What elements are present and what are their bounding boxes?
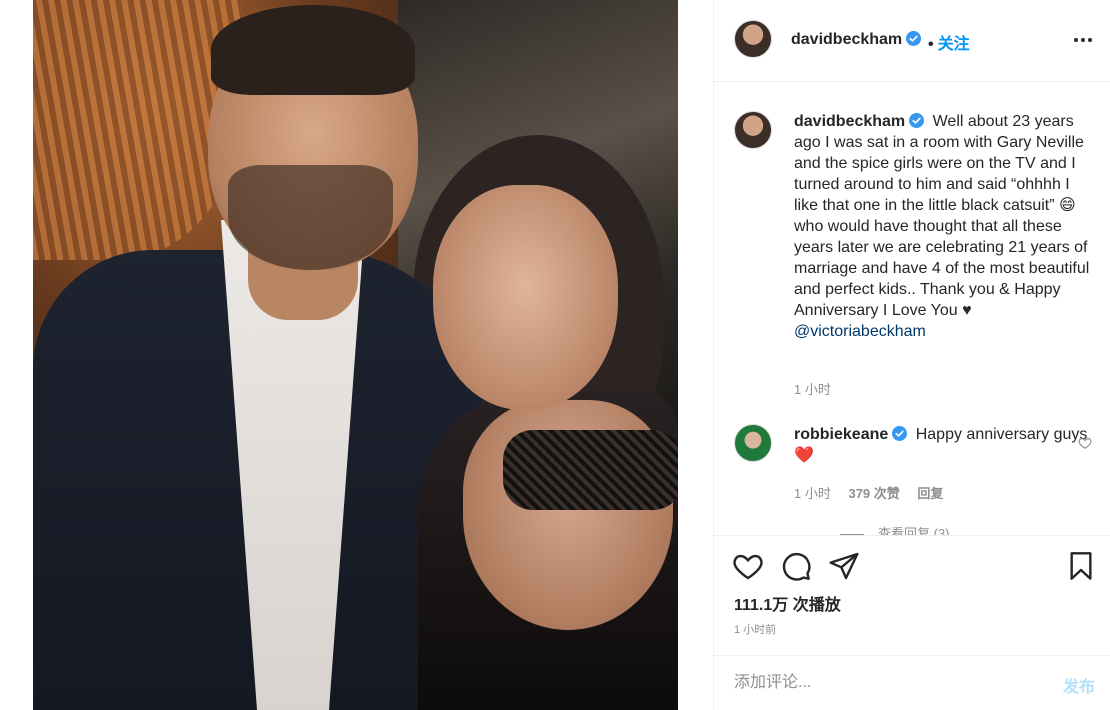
comment-input[interactable] — [734, 670, 1034, 696]
author-username[interactable]: davidbeckham — [791, 31, 922, 49]
separator-dot: • — [928, 36, 934, 53]
caption-time[interactable]: 1 小时 — [794, 382, 831, 397]
view-replies-label: 查看回复 (3) — [878, 526, 950, 535]
verified-badge-icon — [892, 426, 908, 441]
post-comment-button[interactable]: 发布 — [1063, 673, 1095, 697]
post-timestamp[interactable]: 1 小时前 — [734, 621, 776, 637]
caption: davidbeckham Well about 23 years ago I w… — [734, 111, 1094, 397]
man-hair — [211, 5, 415, 95]
woman-face — [433, 185, 618, 410]
post-side-panel: davidbeckham • 关注 davidbeckham Well about… — [713, 0, 1110, 710]
comment-likes[interactable]: 379 次赞 — [848, 486, 899, 501]
woman-lace — [503, 430, 678, 510]
view-replies-button[interactable]: 查看回复 (3) — [840, 523, 950, 535]
heart-icon[interactable] — [732, 550, 764, 582]
comment-time[interactable]: 1 小时 — [794, 486, 831, 501]
verified-badge-icon — [906, 31, 922, 46]
comment-icon[interactable] — [780, 550, 812, 582]
comments-list: davidbeckham Well about 23 years ago I w… — [714, 83, 1110, 535]
post-header: davidbeckham • 关注 — [714, 0, 1110, 82]
comment-username[interactable]: robbiekeane — [794, 426, 908, 443]
comment-reply-button[interactable]: 回复 — [917, 486, 943, 501]
left-gutter — [0, 0, 33, 710]
caption-username[interactable]: davidbeckham — [794, 113, 925, 130]
caption-avatar[interactable] — [734, 111, 772, 149]
comment-text-block: robbiekeane Happy anniversary guys❤️ — [794, 424, 1094, 466]
paper-plane-icon[interactable] — [828, 550, 860, 582]
follow-button[interactable]: • 关注 — [928, 30, 970, 54]
post-actions: 111.1万 次播放 1 小时前 — [714, 535, 1110, 655]
caption-text-block: davidbeckham Well about 23 years ago I w… — [794, 111, 1094, 342]
caption-text: Well about 23 years ago I was sat in a r… — [794, 113, 1090, 319]
follow-label: 关注 — [937, 36, 970, 53]
view-count[interactable]: 111.1万 次播放 — [734, 591, 841, 615]
caption-meta: 1 小时 — [794, 379, 845, 398]
more-options-icon[interactable] — [1071, 28, 1095, 52]
caption-mention-link[interactable]: @victoriabeckham — [794, 323, 926, 340]
commenter-avatar[interactable] — [734, 424, 772, 462]
author-avatar[interactable] — [734, 20, 772, 58]
add-comment-bar: 发布 — [714, 655, 1110, 710]
post-video[interactable] — [33, 0, 678, 710]
comment-like-heart-icon[interactable] — [1078, 436, 1092, 450]
man-beard — [228, 165, 393, 270]
comment-meta: 1 小时 379 次赞 回复 — [794, 483, 957, 502]
verified-badge-icon — [909, 113, 925, 128]
bookmark-icon[interactable] — [1065, 550, 1097, 582]
comment-item: robbiekeane Happy anniversary guys❤️ 1 小… — [734, 424, 1094, 504]
